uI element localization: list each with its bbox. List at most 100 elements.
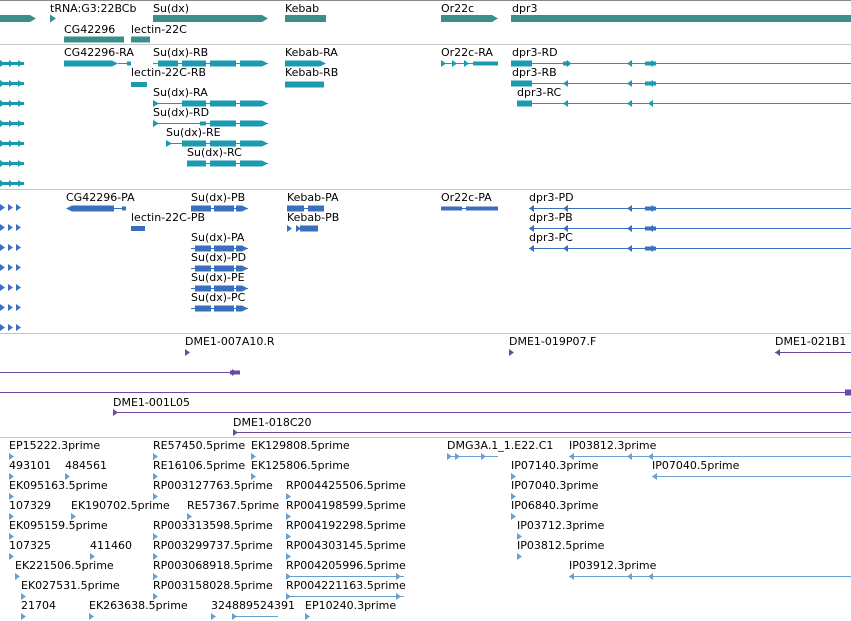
exon-block[interactable] — [0, 162, 24, 165]
strand-chevron[interactable] — [9, 553, 14, 560]
exon-block[interactable] — [131, 226, 145, 231]
strand-chevron[interactable] — [563, 100, 568, 107]
exon-block[interactable] — [511, 60, 532, 67]
strand-chevron[interactable] — [90, 553, 95, 560]
strand-chevron[interactable] — [0, 204, 5, 211]
intron-line[interactable] — [532, 63, 851, 64]
strand-chevron[interactable] — [16, 224, 21, 231]
strand-chevron[interactable] — [9, 453, 14, 460]
exon-block[interactable] — [645, 206, 656, 211]
strand-chevron[interactable] — [251, 453, 256, 460]
exon-block[interactable] — [645, 81, 656, 86]
exon-block[interactable] — [195, 245, 211, 252]
strand-chevron[interactable] — [569, 573, 574, 580]
intron-line[interactable] — [286, 596, 404, 597]
strand-chevron[interactable] — [0, 264, 5, 271]
strand-chevron[interactable] — [509, 349, 514, 356]
strand-chevron[interactable] — [563, 205, 568, 212]
intron-line[interactable] — [113, 412, 851, 413]
strand-chevron[interactable] — [517, 533, 522, 540]
strand-chevron[interactable] — [775, 349, 780, 356]
exon-block[interactable] — [645, 246, 656, 251]
exon-block[interactable] — [214, 285, 234, 292]
strand-chevron[interactable] — [627, 80, 632, 87]
strand-chevron[interactable] — [396, 573, 401, 580]
exon-block[interactable] — [285, 15, 326, 22]
strand-chevron[interactable] — [9, 533, 14, 540]
exon-block[interactable] — [240, 140, 262, 147]
strand-chevron[interactable] — [517, 553, 522, 560]
intron-line[interactable] — [529, 228, 851, 229]
strand-chevron[interactable] — [569, 453, 574, 460]
exon-block[interactable] — [287, 205, 304, 212]
intron-line[interactable] — [775, 352, 851, 353]
strand-chevron[interactable] — [9, 513, 14, 520]
exon-block[interactable] — [236, 285, 242, 292]
exon-block[interactable] — [64, 60, 112, 67]
strand-arrow[interactable] — [30, 15, 36, 22]
exon-block[interactable] — [64, 36, 124, 43]
strand-arrow[interactable] — [242, 205, 248, 212]
strand-chevron[interactable] — [447, 453, 452, 460]
strand-arrow[interactable] — [66, 205, 72, 212]
intron-line[interactable] — [569, 576, 851, 577]
strand-chevron[interactable] — [652, 473, 657, 480]
intron-line[interactable] — [0, 372, 240, 373]
strand-chevron[interactable] — [113, 409, 118, 416]
exon-block[interactable] — [122, 206, 126, 211]
exon-block[interactable] — [240, 120, 262, 127]
exon-block[interactable] — [210, 120, 236, 127]
exon-block[interactable] — [308, 205, 324, 212]
strand-chevron[interactable] — [153, 493, 158, 500]
strand-chevron[interactable] — [563, 225, 568, 232]
strand-chevron[interactable] — [286, 533, 291, 540]
exon-block[interactable] — [240, 160, 262, 167]
strand-chevron[interactable] — [9, 473, 14, 480]
exon-block[interactable] — [285, 81, 324, 88]
strand-chevron[interactable] — [153, 593, 158, 600]
exon-block[interactable] — [214, 245, 234, 252]
exon-block[interactable] — [236, 305, 242, 312]
strand-chevron[interactable] — [648, 573, 653, 580]
strand-chevron[interactable] — [153, 453, 158, 460]
strand-chevron[interactable] — [627, 245, 632, 252]
intron-line[interactable] — [569, 456, 851, 457]
strand-chevron[interactable] — [187, 513, 192, 520]
strand-chevron[interactable] — [8, 304, 13, 311]
strand-arrow[interactable] — [242, 305, 248, 312]
exon-block[interactable] — [473, 61, 498, 66]
exon-block[interactable] — [0, 15, 30, 22]
exon-block[interactable] — [0, 142, 24, 145]
strand-chevron[interactable] — [286, 493, 291, 500]
strand-chevron[interactable] — [529, 205, 534, 212]
strand-chevron[interactable] — [563, 80, 568, 87]
exon-block[interactable] — [214, 205, 234, 212]
exon-block[interactable] — [187, 160, 206, 167]
exon-block[interactable] — [645, 226, 656, 231]
strand-chevron[interactable] — [287, 225, 292, 232]
strand-chevron[interactable] — [627, 573, 632, 580]
strand-chevron[interactable] — [233, 429, 238, 436]
strand-chevron[interactable] — [16, 204, 21, 211]
strand-chevron[interactable] — [153, 473, 158, 480]
intron-line[interactable] — [0, 392, 851, 393]
strand-chevron[interactable] — [9, 493, 14, 500]
strand-chevron[interactable] — [8, 244, 13, 251]
exon-block[interactable] — [845, 389, 851, 396]
exon-block[interactable] — [285, 60, 320, 67]
strand-chevron[interactable] — [529, 225, 534, 232]
strand-chevron[interactable] — [16, 244, 21, 251]
exon-block[interactable] — [153, 15, 262, 22]
strand-chevron[interactable] — [15, 573, 20, 580]
exon-block[interactable] — [236, 265, 242, 272]
exon-block[interactable] — [210, 100, 236, 107]
exon-block[interactable] — [441, 206, 462, 211]
strand-chevron[interactable] — [232, 613, 237, 620]
strand-chevron[interactable] — [0, 304, 5, 311]
intron-line[interactable] — [529, 208, 851, 209]
strand-chevron[interactable] — [0, 324, 5, 331]
exon-block[interactable] — [0, 182, 24, 185]
strand-chevron[interactable] — [648, 100, 653, 107]
intron-line[interactable] — [529, 248, 851, 249]
strand-chevron[interactable] — [511, 473, 516, 480]
